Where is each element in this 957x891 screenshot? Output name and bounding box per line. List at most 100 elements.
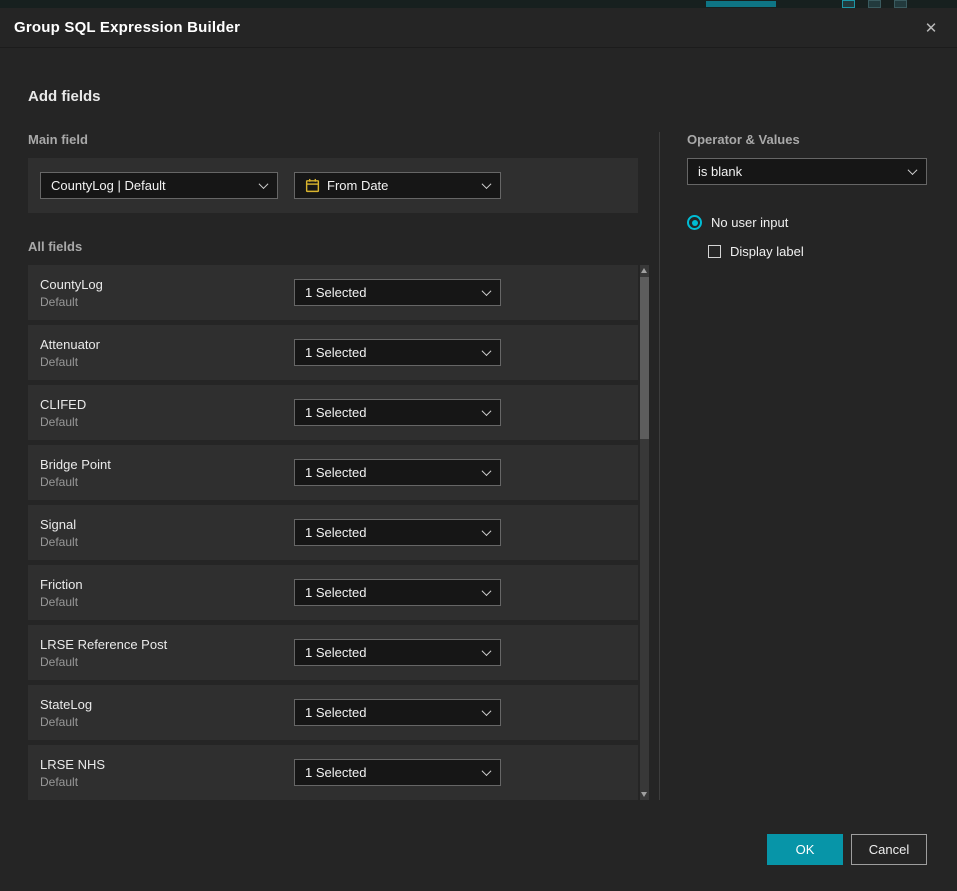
display-label-label: Display label: [730, 244, 804, 259]
operator-values-label: Operator & Values: [687, 132, 927, 148]
add-fields-heading: Add fields: [28, 88, 957, 106]
vertical-divider: [659, 132, 660, 800]
field-selected-dropdown[interactable]: 1 Selected: [294, 759, 501, 786]
field-selected-dropdown[interactable]: 1 Selected: [294, 699, 501, 726]
field-subtitle: Default: [40, 475, 294, 489]
field-row-text: StateLog Default: [40, 697, 294, 729]
field-row-text: Signal Default: [40, 517, 294, 549]
field-row: Bridge Point Default 1 Selected: [28, 445, 638, 500]
close-icon[interactable]: ✕: [919, 16, 943, 40]
field-name: Friction: [40, 577, 294, 592]
field-name: Attenuator: [40, 337, 294, 352]
field-selected-dropdown[interactable]: 1 Selected: [294, 579, 501, 606]
field-name: Signal: [40, 517, 294, 532]
field-name: CountyLog: [40, 277, 294, 292]
dialog-title: Group SQL Expression Builder: [14, 19, 240, 36]
scrollbar-thumb[interactable]: [640, 277, 649, 439]
main-field-panel: CountyLog | Default From Date: [28, 158, 638, 213]
fields-column: Main field CountyLog | Default: [28, 132, 649, 800]
main-field-field-value: From Date: [327, 178, 388, 193]
main-field-field-dropdown[interactable]: From Date: [294, 172, 501, 199]
background-fragment: [894, 0, 907, 8]
chevron-down-icon: [482, 346, 492, 356]
field-row-text: CountyLog Default: [40, 277, 294, 309]
field-row-text: Bridge Point Default: [40, 457, 294, 489]
chevron-down-icon: [482, 179, 492, 189]
all-fields-area: CountyLog Default 1 Selected Attenuator …: [28, 265, 649, 800]
field-selected-dropdown[interactable]: 1 Selected: [294, 639, 501, 666]
chevron-down-icon: [482, 586, 492, 596]
chevron-down-icon: [482, 706, 492, 716]
field-row-text: LRSE NHS Default: [40, 757, 294, 789]
field-selected-value: 1 Selected: [305, 525, 366, 540]
no-user-input-radio[interactable]: No user input: [687, 215, 927, 230]
field-selected-dropdown[interactable]: 1 Selected: [294, 399, 501, 426]
field-selected-dropdown[interactable]: 1 Selected: [294, 459, 501, 486]
field-name: LRSE Reference Post: [40, 637, 294, 652]
background-fragment: [868, 0, 881, 8]
field-name: StateLog: [40, 697, 294, 712]
field-row-text: Friction Default: [40, 577, 294, 609]
sql-expression-builder-dialog: Group SQL Expression Builder ✕ Add field…: [0, 8, 957, 891]
chevron-down-icon: [482, 766, 492, 776]
field-row: CountyLog Default 1 Selected: [28, 265, 638, 320]
field-row: LRSE NHS Default 1 Selected: [28, 745, 638, 800]
field-subtitle: Default: [40, 355, 294, 369]
field-selected-value: 1 Selected: [305, 645, 366, 660]
field-selected-value: 1 Selected: [305, 585, 366, 600]
background-fragment: [706, 1, 776, 7]
checkbox-unchecked-icon: [708, 245, 721, 258]
cancel-button[interactable]: Cancel: [851, 834, 927, 865]
chevron-down-icon: [482, 466, 492, 476]
operator-value: is blank: [698, 164, 742, 179]
all-fields-label: All fields: [28, 239, 649, 255]
calendar-icon: [305, 178, 320, 193]
field-subtitle: Default: [40, 655, 294, 669]
field-name: LRSE NHS: [40, 757, 294, 772]
field-selected-dropdown[interactable]: 1 Selected: [294, 519, 501, 546]
operator-column: Operator & Values is blank No user input…: [687, 132, 927, 800]
display-label-checkbox[interactable]: Display label: [708, 244, 927, 259]
field-row: CLIFED Default 1 Selected: [28, 385, 638, 440]
chevron-down-icon: [908, 165, 918, 175]
field-name: CLIFED: [40, 397, 294, 412]
background-app-strip: [0, 0, 957, 8]
all-fields-list: CountyLog Default 1 Selected Attenuator …: [28, 265, 638, 800]
field-selected-value: 1 Selected: [305, 765, 366, 780]
field-row-text: Attenuator Default: [40, 337, 294, 369]
chevron-down-icon: [482, 406, 492, 416]
field-row-text: LRSE Reference Post Default: [40, 637, 294, 669]
field-row: Friction Default 1 Selected: [28, 565, 638, 620]
main-field-source-dropdown[interactable]: CountyLog | Default: [40, 172, 278, 199]
field-name: Bridge Point: [40, 457, 294, 472]
dialog-header: Group SQL Expression Builder ✕: [0, 8, 957, 48]
scroll-up-arrow-icon[interactable]: [641, 268, 647, 273]
background-fragment: [842, 0, 855, 8]
field-selected-dropdown[interactable]: 1 Selected: [294, 339, 501, 366]
field-subtitle: Default: [40, 295, 294, 309]
main-field-source-value: CountyLog | Default: [51, 178, 166, 193]
field-subtitle: Default: [40, 595, 294, 609]
field-selected-value: 1 Selected: [305, 405, 366, 420]
field-selected-value: 1 Selected: [305, 465, 366, 480]
chevron-down-icon: [259, 179, 269, 189]
ok-button[interactable]: OK: [767, 834, 843, 865]
no-user-input-label: No user input: [711, 215, 788, 230]
field-subtitle: Default: [40, 775, 294, 789]
field-subtitle: Default: [40, 415, 294, 429]
field-row: StateLog Default 1 Selected: [28, 685, 638, 740]
scrollbar[interactable]: [640, 265, 649, 800]
main-field-label: Main field: [28, 132, 649, 148]
field-selected-dropdown[interactable]: 1 Selected: [294, 279, 501, 306]
field-subtitle: Default: [40, 535, 294, 549]
operator-dropdown[interactable]: is blank: [687, 158, 927, 185]
dialog-footer: OK Cancel: [767, 834, 927, 865]
field-selected-value: 1 Selected: [305, 285, 366, 300]
field-row: Signal Default 1 Selected: [28, 505, 638, 560]
chevron-down-icon: [482, 286, 492, 296]
chevron-down-icon: [482, 646, 492, 656]
field-row: LRSE Reference Post Default 1 Selected: [28, 625, 638, 680]
scroll-down-arrow-icon[interactable]: [641, 792, 647, 797]
field-row-text: CLIFED Default: [40, 397, 294, 429]
field-selected-value: 1 Selected: [305, 345, 366, 360]
